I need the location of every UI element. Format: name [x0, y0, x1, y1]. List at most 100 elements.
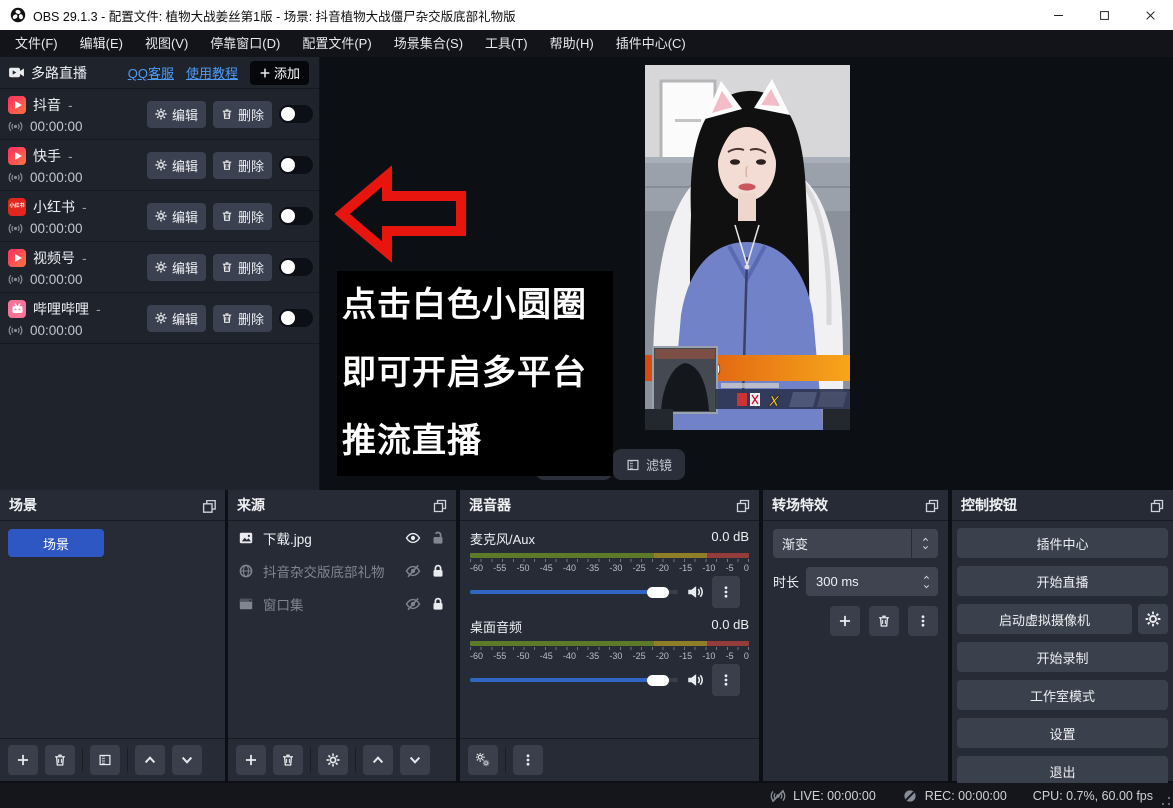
- scene-down-button[interactable]: [172, 745, 202, 775]
- close-button[interactable]: [1127, 0, 1173, 30]
- virtual-camera-settings-button[interactable]: [1138, 604, 1168, 634]
- add-scene-button[interactable]: [8, 745, 38, 775]
- multistream-title: 多路直播: [31, 63, 87, 83]
- eye-off-icon[interactable]: [405, 563, 421, 579]
- unlock-icon[interactable]: [430, 530, 446, 546]
- edit-button[interactable]: 编辑: [147, 254, 206, 281]
- window-source-icon: [238, 596, 254, 612]
- platform-row-shipinhao: 视频号 - 00:00:00 编辑 删除: [0, 242, 319, 293]
- remove-transition-button[interactable]: [869, 606, 899, 636]
- minimize-button[interactable]: [1035, 0, 1081, 30]
- filters-button[interactable]: 滤镜: [613, 449, 685, 480]
- lock-icon[interactable]: [430, 563, 446, 579]
- popout-icon[interactable]: [924, 498, 939, 513]
- delete-button[interactable]: 删除: [213, 254, 272, 281]
- dots-vertical-icon: [719, 673, 733, 687]
- start-streaming-button[interactable]: 开始直播: [957, 566, 1168, 596]
- audio-settings-button[interactable]: [468, 745, 498, 775]
- menu-plugin-center[interactable]: 插件中心(C): [605, 30, 697, 57]
- close-icon: [1144, 9, 1157, 22]
- image-source-icon: [238, 530, 254, 546]
- remove-scene-button[interactable]: [45, 745, 75, 775]
- menu-scene-collection[interactable]: 场景集合(S): [383, 30, 474, 57]
- channel-menu-button[interactable]: [712, 664, 740, 696]
- slider-knob[interactable]: [647, 675, 669, 686]
- mixer-menu-button[interactable]: [513, 745, 543, 775]
- studio-mode-button[interactable]: 工作室模式: [957, 680, 1168, 710]
- menu-file[interactable]: 文件(F): [4, 30, 69, 57]
- start-virtual-camera-button[interactable]: 启动虚拟摄像机: [957, 604, 1132, 634]
- source-down-button[interactable]: [400, 745, 430, 775]
- add-source-button[interactable]: [236, 745, 266, 775]
- volume-slider[interactable]: [470, 678, 678, 682]
- menu-tools[interactable]: 工具(T): [474, 30, 539, 57]
- source-row[interactable]: 抖音杂交版底部礼物: [228, 554, 456, 587]
- stream-toggle[interactable]: [279, 258, 313, 276]
- channel-name: 桌面音频: [470, 617, 522, 636]
- delete-button[interactable]: 删除: [213, 152, 272, 179]
- scene-up-button[interactable]: [135, 745, 165, 775]
- trash-icon: [221, 261, 233, 273]
- menu-docks[interactable]: 停靠窗口(D): [199, 30, 291, 57]
- source-up-button[interactable]: [363, 745, 393, 775]
- qq-service-link[interactable]: QQ客服: [128, 63, 174, 82]
- eye-icon[interactable]: [405, 530, 421, 546]
- cpu-status: CPU: 0.7%, 60.00 fps: [1033, 789, 1153, 803]
- source-properties-button[interactable]: [318, 745, 348, 775]
- tutorial-link[interactable]: 使用教程: [186, 63, 238, 82]
- delete-button[interactable]: 删除: [213, 101, 272, 128]
- popout-icon[interactable]: [201, 498, 216, 513]
- plugin-center-button[interactable]: 插件中心: [957, 528, 1168, 558]
- remove-source-button[interactable]: [273, 745, 303, 775]
- edit-button[interactable]: 编辑: [147, 152, 206, 179]
- slider-knob[interactable]: [647, 587, 669, 598]
- scene-filters-button[interactable]: [90, 745, 120, 775]
- duration-input[interactable]: 300 ms: [806, 567, 938, 596]
- transitions-dock: 转场特效 渐变 时长 300 ms: [763, 490, 948, 781]
- menu-view[interactable]: 视图(V): [134, 30, 199, 57]
- exit-button[interactable]: 退出: [957, 756, 1168, 786]
- channel-menu-button[interactable]: [712, 576, 740, 608]
- add-transition-button[interactable]: [830, 606, 860, 636]
- volume-slider[interactable]: [470, 590, 678, 594]
- resize-grip[interactable]: [1161, 796, 1171, 806]
- source-row[interactable]: 下载.jpg: [228, 521, 456, 554]
- stream-toggle[interactable]: [279, 156, 313, 174]
- start-recording-button[interactable]: 开始录制: [957, 642, 1168, 672]
- channel-name: 麦克风/Aux: [470, 529, 535, 548]
- transition-select[interactable]: 渐变: [773, 529, 938, 558]
- dots-vertical-icon: [916, 614, 930, 628]
- stream-toggle[interactable]: [279, 105, 313, 123]
- edit-button[interactable]: 编辑: [147, 101, 206, 128]
- chevron-up-icon: [143, 753, 157, 767]
- edit-button[interactable]: 编辑: [147, 305, 206, 332]
- menu-help[interactable]: 帮助(H): [539, 30, 605, 57]
- scene-item-selected[interactable]: 场景: [8, 529, 104, 557]
- maximize-button[interactable]: [1081, 0, 1127, 30]
- add-platform-button[interactable]: 添加: [250, 61, 309, 85]
- popout-icon[interactable]: [735, 498, 750, 513]
- eye-off-icon[interactable]: [405, 596, 421, 612]
- menu-edit[interactable]: 编辑(E): [69, 30, 134, 57]
- menu-profile[interactable]: 配置文件(P): [291, 30, 382, 57]
- broadcast-icon: [8, 272, 23, 287]
- speaker-icon[interactable]: [686, 671, 704, 689]
- volume-meter: [470, 553, 749, 558]
- stream-toggle[interactable]: [279, 309, 313, 327]
- transition-menu-button[interactable]: [908, 606, 938, 636]
- delete-button[interactable]: 删除: [213, 203, 272, 230]
- spinner-arrows[interactable]: [914, 574, 938, 590]
- edit-label: 编辑: [172, 105, 198, 124]
- source-row[interactable]: 窗口集: [228, 587, 456, 620]
- broadcast-icon: [8, 119, 23, 134]
- popout-icon[interactable]: [1149, 498, 1164, 513]
- trash-icon: [281, 753, 295, 767]
- popout-icon[interactable]: [432, 498, 447, 513]
- edit-button[interactable]: 编辑: [147, 203, 206, 230]
- speaker-icon[interactable]: [686, 583, 704, 601]
- stream-toggle[interactable]: [279, 207, 313, 225]
- settings-button[interactable]: 设置: [957, 718, 1168, 748]
- platform-name: 小红书: [33, 197, 75, 217]
- delete-button[interactable]: 删除: [213, 305, 272, 332]
- lock-icon[interactable]: [430, 596, 446, 612]
